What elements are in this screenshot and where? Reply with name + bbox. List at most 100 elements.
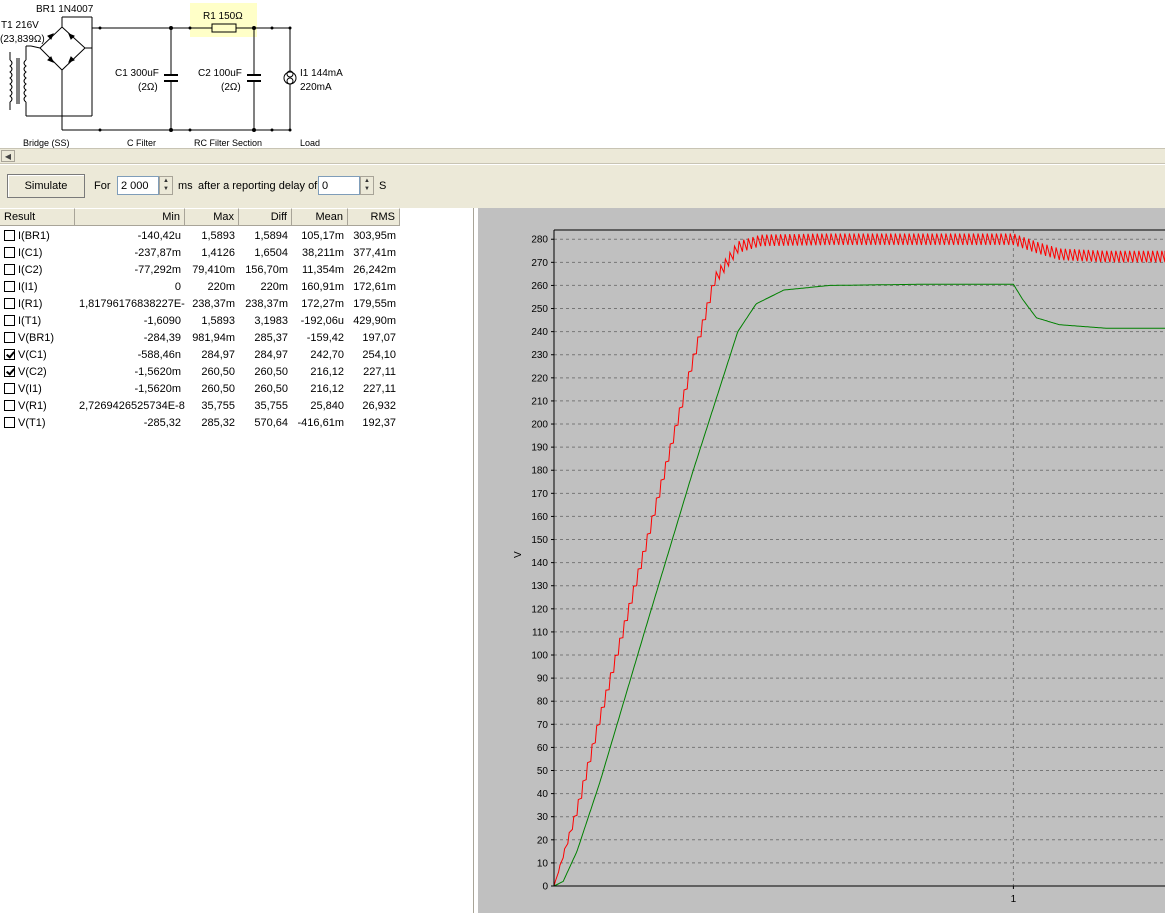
section-cfilter-label: C Filter: [127, 138, 156, 148]
result-name: I(T1): [18, 315, 42, 327]
cell-diff: 1,6504: [254, 247, 288, 259]
header-diff[interactable]: Diff: [239, 208, 292, 226]
cell-diff: 35,755: [254, 400, 288, 412]
cell-max: 981,94m: [192, 332, 235, 344]
result-checkbox[interactable]: [4, 264, 15, 275]
cell-max: 220m: [207, 281, 235, 293]
result-name: I(C2): [18, 264, 43, 276]
resistor-label: R1 150Ω: [203, 11, 243, 22]
table-row[interactable]: I(I1) 0 220m 220m 160,91m 172,61m: [0, 279, 474, 296]
result-checkbox[interactable]: [4, 332, 15, 343]
cell-rms: 303,95m: [353, 230, 396, 242]
cell-max: 35,755: [201, 400, 235, 412]
graph-panel[interactable]: 0 10 20 30 40 50 60 70 80 90 100 110 120 130 140 150 160…: [478, 208, 1165, 913]
y-tick-label: 130: [531, 581, 548, 592]
result-checkbox[interactable]: [4, 349, 15, 360]
result-checkbox[interactable]: [4, 230, 15, 241]
table-row[interactable]: I(R1) 1,81796176838227E-87 238,37m 238,37m 1…: [0, 296, 474, 313]
y-tick-label: 270: [531, 258, 548, 269]
simulation-toolbar: Simulate For ▲ ▼ ms after a reporting de…: [0, 164, 1165, 208]
y-tick-label: 20: [537, 835, 549, 846]
result-checkbox[interactable]: [4, 366, 15, 377]
table-row[interactable]: I(T1) -1,6090 1,5893 3,1983 -192,06u 429,90m: [0, 313, 474, 330]
y-tick-label: 240: [531, 327, 548, 338]
table-row[interactable]: V(R1) 2,7269426525734E-85 35,755 35,755 25,8…: [0, 398, 474, 415]
capacitor-c1-symbol: [164, 74, 178, 82]
result-name: V(C1): [18, 349, 47, 361]
delay-input[interactable]: [318, 176, 360, 195]
header-max[interactable]: Max: [185, 208, 239, 226]
y-tick-label: 210: [531, 396, 548, 407]
voltage-chart: 0 10 20 30 40 50 60 70 80 90 100 110 120 130 140 150 160…: [513, 229, 1165, 905]
header-rms[interactable]: RMS: [348, 208, 400, 226]
result-name: I(I1): [18, 281, 38, 293]
header-min[interactable]: Min: [75, 208, 185, 226]
schematic-canvas[interactable]: BR1 1N4007 T1 216V (23,839Ω) R1 150Ω C1 …: [0, 0, 1165, 148]
result-checkbox[interactable]: [4, 417, 15, 428]
cell-rms: 197,07: [362, 332, 396, 344]
scroll-left-arrow-icon[interactable]: ◀: [1, 150, 15, 162]
c1-resistance: (2Ω): [138, 82, 158, 93]
header-result[interactable]: Result: [0, 208, 75, 226]
row-result-cell: V(I1): [0, 381, 75, 398]
result-checkbox[interactable]: [4, 247, 15, 258]
y-tick-label: 50: [537, 766, 549, 777]
result-checkbox[interactable]: [4, 383, 15, 394]
result-checkbox[interactable]: [4, 315, 15, 326]
y-tick-label: 80: [537, 697, 549, 708]
simulate-button[interactable]: Simulate: [7, 174, 85, 198]
table-row[interactable]: I(BR1) -140,42u 1,5893 1,5894 105,17m 303,95m: [0, 228, 474, 245]
y-tick-label: 100: [531, 651, 548, 662]
spin-up-icon[interactable]: ▲: [160, 177, 172, 185]
y-tick-label: 90: [537, 674, 549, 685]
node-dots: [98, 26, 292, 132]
y-tick-label: 200: [531, 420, 548, 431]
table-row[interactable]: V(I1) -1,5620m 260,50 260,50 216,12 227,11: [0, 381, 474, 398]
table-row[interactable]: V(BR1) -284,39 981,94m 285,37 -159,42 197,07: [0, 330, 474, 347]
y-tick-label: 140: [531, 558, 548, 569]
cell-rms: 227,11: [363, 366, 396, 378]
result-checkbox[interactable]: [4, 400, 15, 411]
cell-max: 1,5893: [201, 315, 235, 327]
cell-min: -285,32: [143, 417, 181, 429]
y-tick-label: 230: [531, 350, 548, 361]
y-tick-label: 280: [531, 235, 548, 246]
cell-rms: 179,55m: [353, 298, 396, 310]
row-result-cell: I(R1): [0, 296, 75, 313]
cell-diff: 570,64: [254, 417, 288, 429]
cell-max: 1,4126: [201, 247, 235, 259]
cell-max: 1,5893: [201, 230, 235, 242]
delay-spinner[interactable]: ▲ ▼: [360, 176, 374, 195]
cell-mean: 160,91m: [301, 281, 344, 293]
cell-max: 260,50: [201, 366, 235, 378]
transformer-resistance: (23,839Ω): [0, 34, 45, 45]
row-result-cell: V(BR1): [0, 330, 75, 347]
cell-mean: -192,06u: [300, 315, 344, 327]
cell-rms: 227,11: [363, 383, 396, 395]
cell-max: 284,97: [201, 349, 235, 361]
y-tick-label: 40: [537, 789, 549, 800]
cell-mean: -416,61m: [297, 417, 344, 429]
spin-down-icon[interactable]: ▼: [160, 185, 172, 193]
y-tick-label: 170: [531, 489, 548, 500]
cell-min: 0: [174, 281, 181, 293]
table-row[interactable]: V(C1) -588,46n 284,97 284,97 242,70 254,10: [0, 347, 474, 364]
duration-input[interactable]: [117, 176, 159, 195]
result-checkbox[interactable]: [4, 281, 15, 292]
table-row[interactable]: I(C2) -77,292m 79,410m 156,70m 11,354m 26,242…: [0, 262, 474, 279]
section-bridge-label: Bridge (SS): [23, 138, 70, 148]
result-name: V(C2): [18, 366, 47, 378]
spin-up-icon[interactable]: ▲: [361, 177, 373, 185]
table-row[interactable]: V(T1) -285,32 285,32 570,64 -416,61m 192,37: [0, 415, 474, 432]
table-row[interactable]: I(C1) -237,87m 1,4126 1,6504 38,211m 377,41m: [0, 245, 474, 262]
result-checkbox[interactable]: [4, 298, 15, 309]
table-row[interactable]: V(C2) -1,5620m 260,50 260,50 216,12 227,11: [0, 364, 474, 381]
horizontal-scrollbar[interactable]: ◀: [0, 148, 1165, 164]
header-mean[interactable]: Mean: [292, 208, 348, 226]
schematic-svg: BR1 1N4007 T1 216V (23,839Ω) R1 150Ω C1 …: [0, 3, 343, 148]
cell-mean: -159,42: [306, 332, 344, 344]
section-rcfilter-label: RC Filter Section: [194, 138, 262, 148]
spin-down-icon[interactable]: ▼: [361, 185, 373, 193]
duration-spinner[interactable]: ▲ ▼: [159, 176, 173, 195]
cell-diff: 156,70m: [245, 264, 288, 276]
